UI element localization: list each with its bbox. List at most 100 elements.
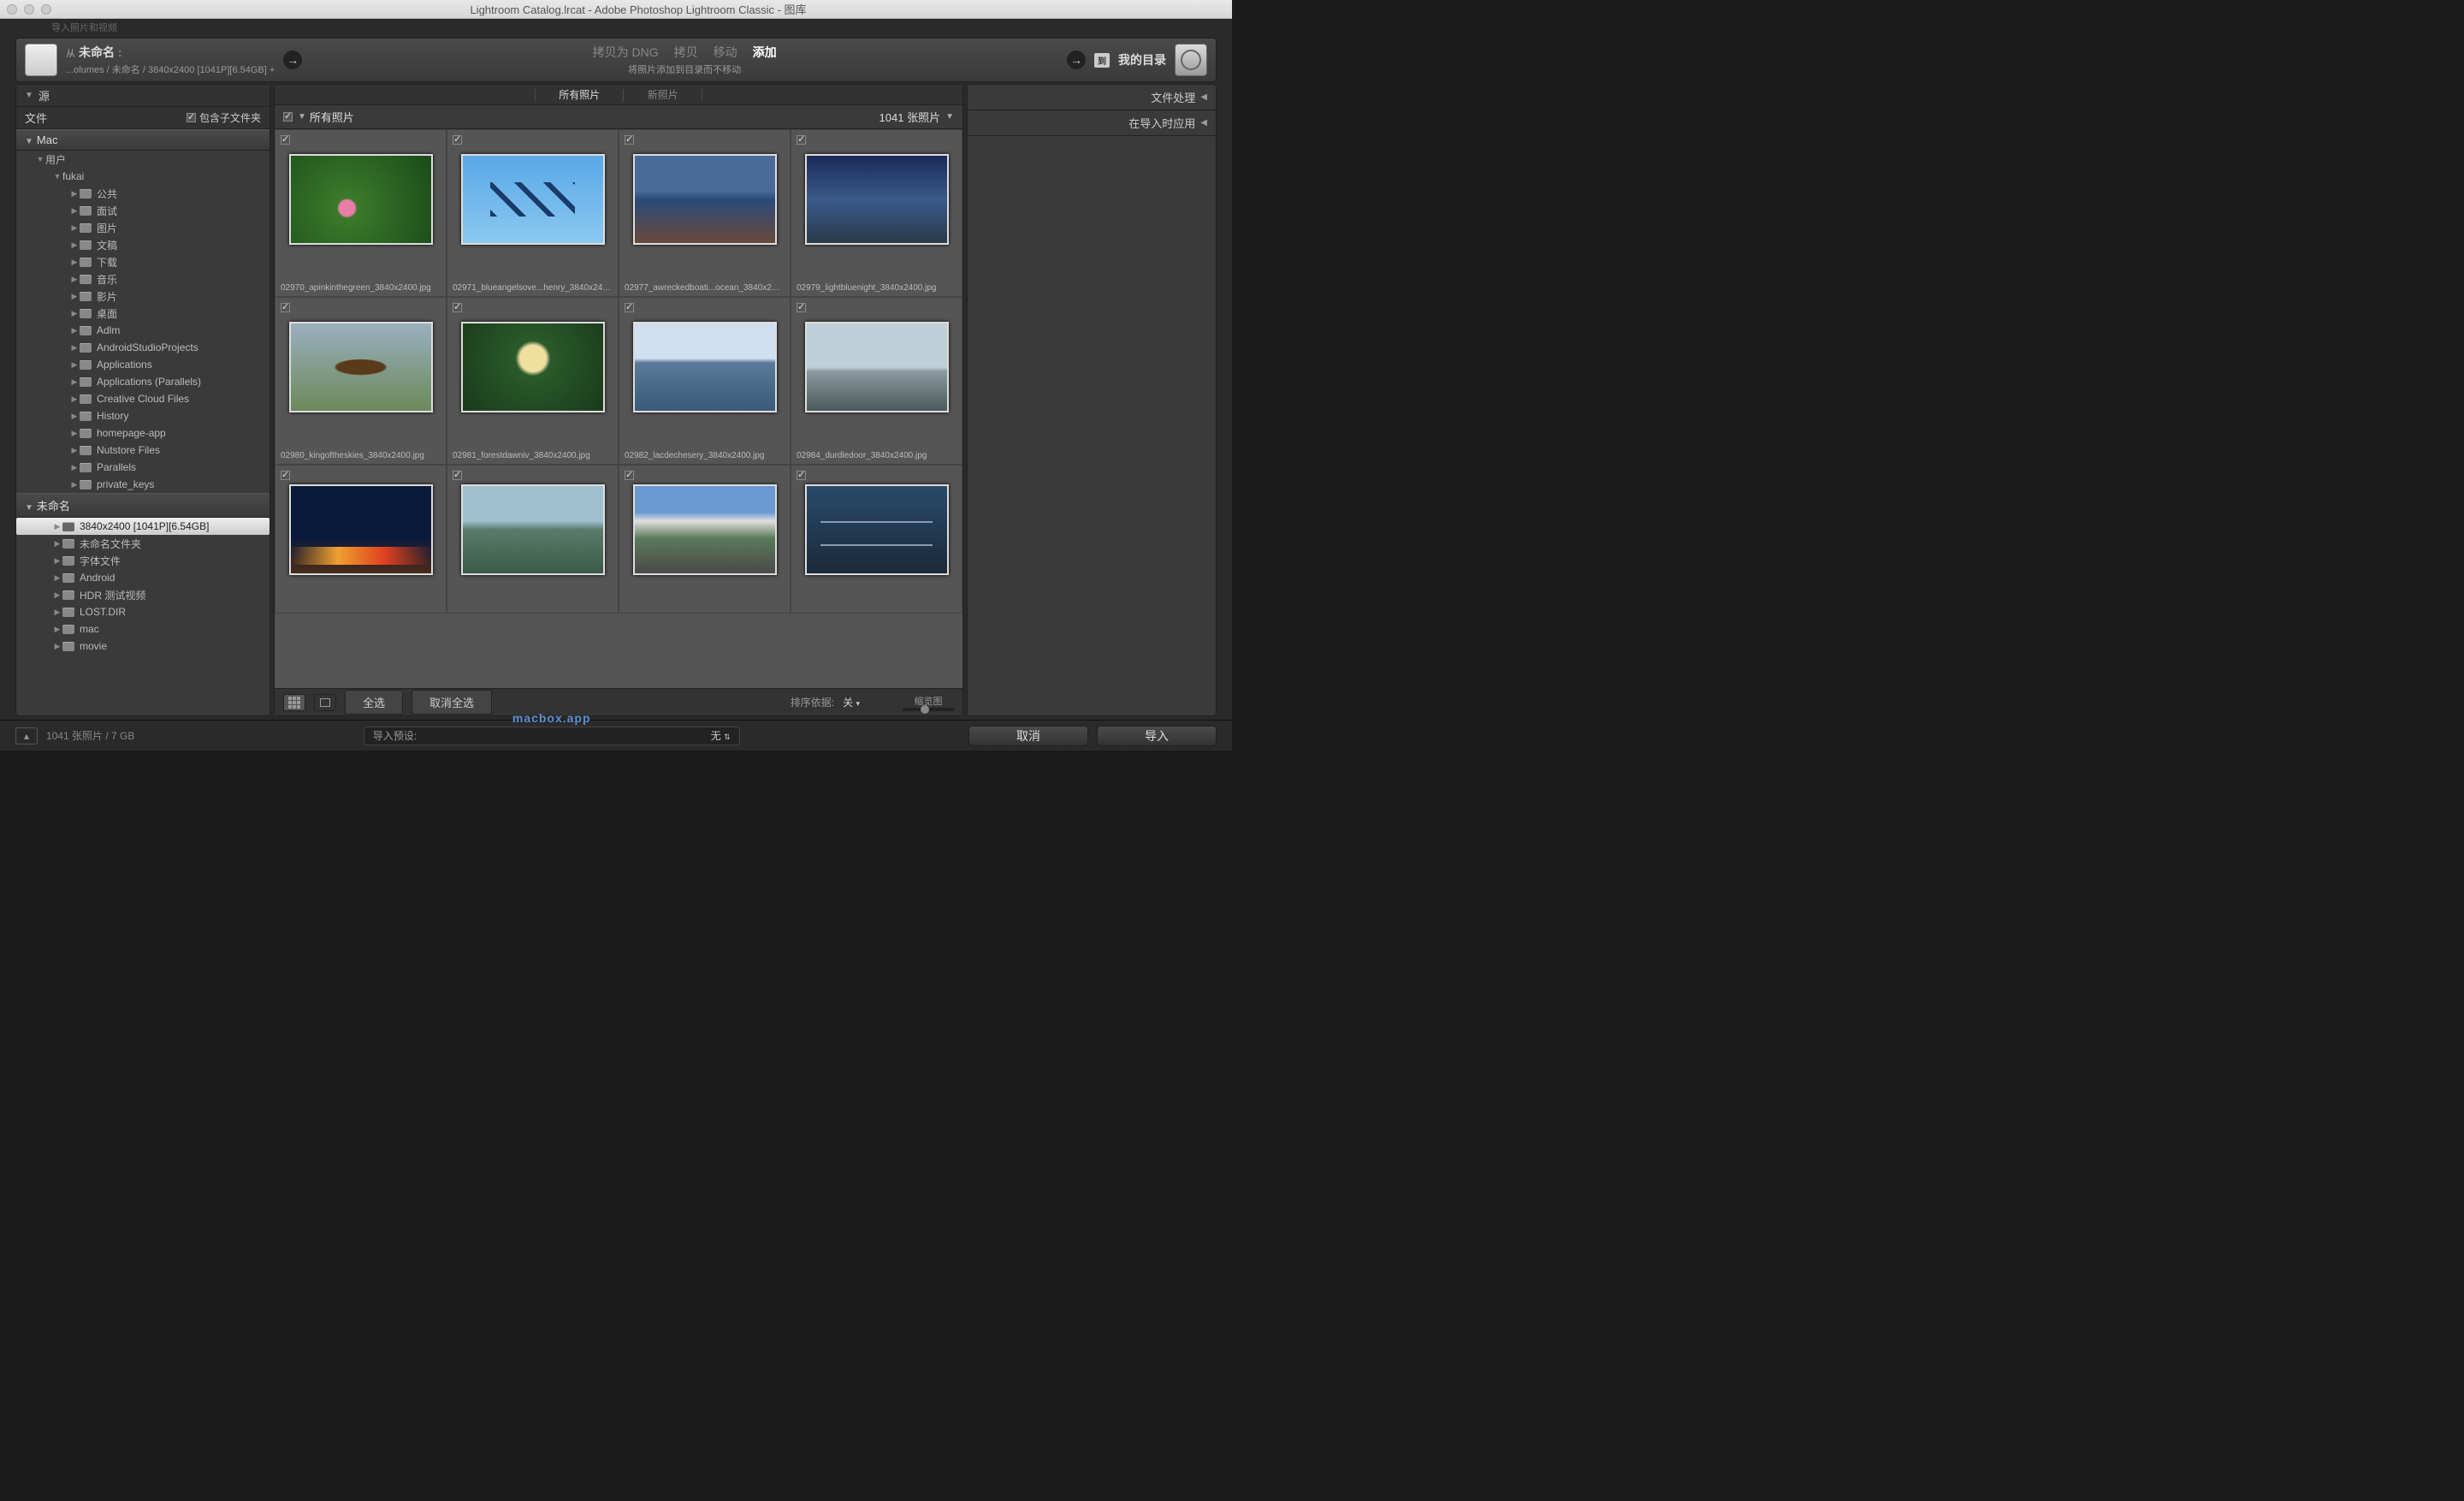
- thumbnail-image[interactable]: [805, 154, 949, 245]
- apply-during-import-header[interactable]: 在导入时应用◀: [968, 110, 1216, 136]
- tree-item[interactable]: ▶图片: [16, 219, 270, 236]
- source-arrow-button[interactable]: →: [283, 50, 302, 69]
- thumbnail-checkbox[interactable]: [281, 303, 290, 312]
- thumbnail-image[interactable]: [805, 322, 949, 412]
- thumbnail-grid-scroll[interactable]: 02970_apinkinthegreen_3840x2400.jpg02971…: [275, 129, 962, 688]
- tree-item[interactable]: ▶HDR 测试视频: [16, 586, 270, 603]
- tree-item[interactable]: ▶homepage-app: [16, 424, 270, 442]
- sort-dropdown[interactable]: 关 ▾: [843, 695, 860, 709]
- tree-group-unnamed[interactable]: ▼未命名: [16, 493, 270, 518]
- thumbnail-checkbox[interactable]: [625, 303, 634, 312]
- source-info[interactable]: 从未命名 : ...olumes / 未命名 / 3840x2400 [1041…: [66, 44, 275, 76]
- tree-item[interactable]: ▶桌面: [16, 305, 270, 322]
- tab-new-photos[interactable]: 新照片: [643, 87, 684, 102]
- tree-group-mac[interactable]: ▼Mac: [16, 129, 270, 151]
- tree-item-label: 未命名文件夹: [80, 537, 141, 551]
- tree-item-user[interactable]: ▼用户: [16, 151, 270, 168]
- thumbnail-image[interactable]: [289, 322, 433, 412]
- tab-copy[interactable]: 拷贝: [674, 44, 698, 61]
- thumbnail-checkbox[interactable]: [453, 471, 462, 480]
- tree-item[interactable]: ▶Adlm: [16, 322, 270, 339]
- thumbnail-checkbox[interactable]: [797, 303, 806, 312]
- thumbnail-checkbox[interactable]: [625, 135, 634, 145]
- thumbnail-image[interactable]: [461, 154, 605, 245]
- thumbnail-cell[interactable]: 02980_kingoftheskies_3840x2400.jpg: [275, 297, 447, 465]
- import-preset-bar[interactable]: 导入预设: 无 ⇅: [364, 727, 740, 745]
- folder-tree: ▼Mac ▼用户 ▼fukai ▶公共▶面试▶图片▶文稿▶下载▶音乐▶影片▶桌面…: [16, 129, 270, 715]
- thumbnail-checkbox[interactable]: [453, 135, 462, 145]
- tree-item-fukai[interactable]: ▼fukai: [16, 168, 270, 185]
- thumbnail-image[interactable]: [805, 484, 949, 575]
- tab-add[interactable]: 添加: [753, 44, 777, 61]
- thumbnail-cell[interactable]: [275, 465, 447, 614]
- select-all-checkbox[interactable]: [283, 112, 293, 122]
- file-handling-header[interactable]: 文件处理◀: [968, 85, 1216, 110]
- thumbnail-image[interactable]: [633, 322, 777, 412]
- select-all-button[interactable]: 全选: [345, 690, 403, 715]
- thumb-size-control[interactable]: 缩览图: [903, 694, 954, 711]
- thumbnail-image[interactable]: [289, 484, 433, 575]
- dest-arrow-button[interactable]: →: [1067, 50, 1086, 69]
- minimize-window-button[interactable]: [24, 4, 34, 15]
- chevron-down-icon[interactable]: ▼: [945, 112, 954, 122]
- thumbnail-cell[interactable]: 02982_lacdechesery_3840x2400.jpg: [619, 297, 791, 465]
- tree-item[interactable]: ▶History: [16, 407, 270, 424]
- tree-item[interactable]: ▶Android: [16, 569, 270, 586]
- close-window-button[interactable]: [7, 4, 17, 15]
- tree-item[interactable]: ▶影片: [16, 288, 270, 305]
- tree-item[interactable]: ▶下载: [16, 253, 270, 270]
- tab-move[interactable]: 移动: [714, 44, 737, 61]
- thumbnail-checkbox[interactable]: [625, 471, 634, 480]
- tree-item[interactable]: ▶mac: [16, 620, 270, 638]
- tree-item[interactable]: ▶private_keys: [16, 476, 270, 493]
- tab-dng[interactable]: 拷贝为 DNG: [593, 44, 659, 61]
- include-subfolders-checkbox[interactable]: 包含子文件夹: [187, 110, 261, 125]
- thumbnail-image[interactable]: [461, 322, 605, 412]
- tree-item[interactable]: ▶Parallels: [16, 459, 270, 476]
- grid-view-button[interactable]: [283, 694, 305, 711]
- thumbnail-checkbox[interactable]: [453, 303, 462, 312]
- thumbnail-image[interactable]: [289, 154, 433, 245]
- thumbnail-checkbox[interactable]: [797, 135, 806, 145]
- tree-item[interactable]: ▶Creative Cloud Files: [16, 390, 270, 407]
- tree-item[interactable]: ▶面试: [16, 202, 270, 219]
- thumbnail-cell[interactable]: [791, 465, 962, 614]
- thumbnail-cell[interactable]: [447, 465, 619, 614]
- tree-item[interactable]: ▶AndroidStudioProjects: [16, 339, 270, 356]
- thumbnail-image[interactable]: [461, 484, 605, 575]
- thumbnail-image[interactable]: [633, 154, 777, 245]
- source-header[interactable]: ▼源: [16, 85, 270, 107]
- tree-item[interactable]: ▶公共: [16, 185, 270, 202]
- tree-item[interactable]: ▶Applications: [16, 356, 270, 373]
- tree-item[interactable]: ▶未命名文件夹: [16, 535, 270, 552]
- tree-item[interactable]: ▶文稿: [16, 236, 270, 253]
- thumbnail-cell[interactable]: 02971_blueangelsove...henry_3840x2400.jp…: [447, 129, 619, 297]
- thumbnail-cell[interactable]: 02984_durdledoor_3840x2400.jpg: [791, 297, 962, 465]
- loupe-view-button[interactable]: [314, 694, 336, 711]
- tree-item[interactable]: ▶LOST.DIR: [16, 603, 270, 620]
- tree-item[interactable]: ▶3840x2400 [1041P][6.54GB]: [16, 518, 270, 535]
- thumbnail-cell[interactable]: [619, 465, 791, 614]
- thumbnail-checkbox[interactable]: [281, 135, 290, 145]
- zoom-window-button[interactable]: [41, 4, 51, 15]
- collapse-panel-button[interactable]: ▴: [15, 727, 38, 745]
- tree-item[interactable]: ▶Applications (Parallels): [16, 373, 270, 390]
- slider-handle-icon[interactable]: [921, 705, 929, 714]
- thumbnail-checkbox[interactable]: [281, 471, 290, 480]
- tree-item[interactable]: ▶字体文件: [16, 552, 270, 569]
- deselect-all-button[interactable]: 取消全选: [412, 690, 492, 715]
- thumbnail-checkbox[interactable]: [797, 471, 806, 480]
- thumbnail-cell[interactable]: 02981_forestdawniv_3840x2400.jpg: [447, 297, 619, 465]
- tree-item[interactable]: ▶movie: [16, 638, 270, 655]
- cancel-button[interactable]: 取消: [968, 726, 1088, 746]
- thumbnail-cell[interactable]: 02979_lightbluenight_3840x2400.jpg: [791, 129, 962, 297]
- thumbnail-cell[interactable]: 02970_apinkinthegreen_3840x2400.jpg: [275, 129, 447, 297]
- tree-item[interactable]: ▶音乐: [16, 270, 270, 288]
- dest-label[interactable]: 我的目录: [1118, 51, 1166, 68]
- import-button[interactable]: 导入: [1097, 726, 1217, 746]
- thumbnail-cell[interactable]: 02977_awreckedboati...ocean_3840x2400.jp…: [619, 129, 791, 297]
- tree-item[interactable]: ▶Nutstore Files: [16, 442, 270, 459]
- tab-all-photos[interactable]: 所有照片: [554, 87, 605, 102]
- updown-icon: ⇅: [724, 733, 731, 741]
- thumbnail-image[interactable]: [633, 484, 777, 575]
